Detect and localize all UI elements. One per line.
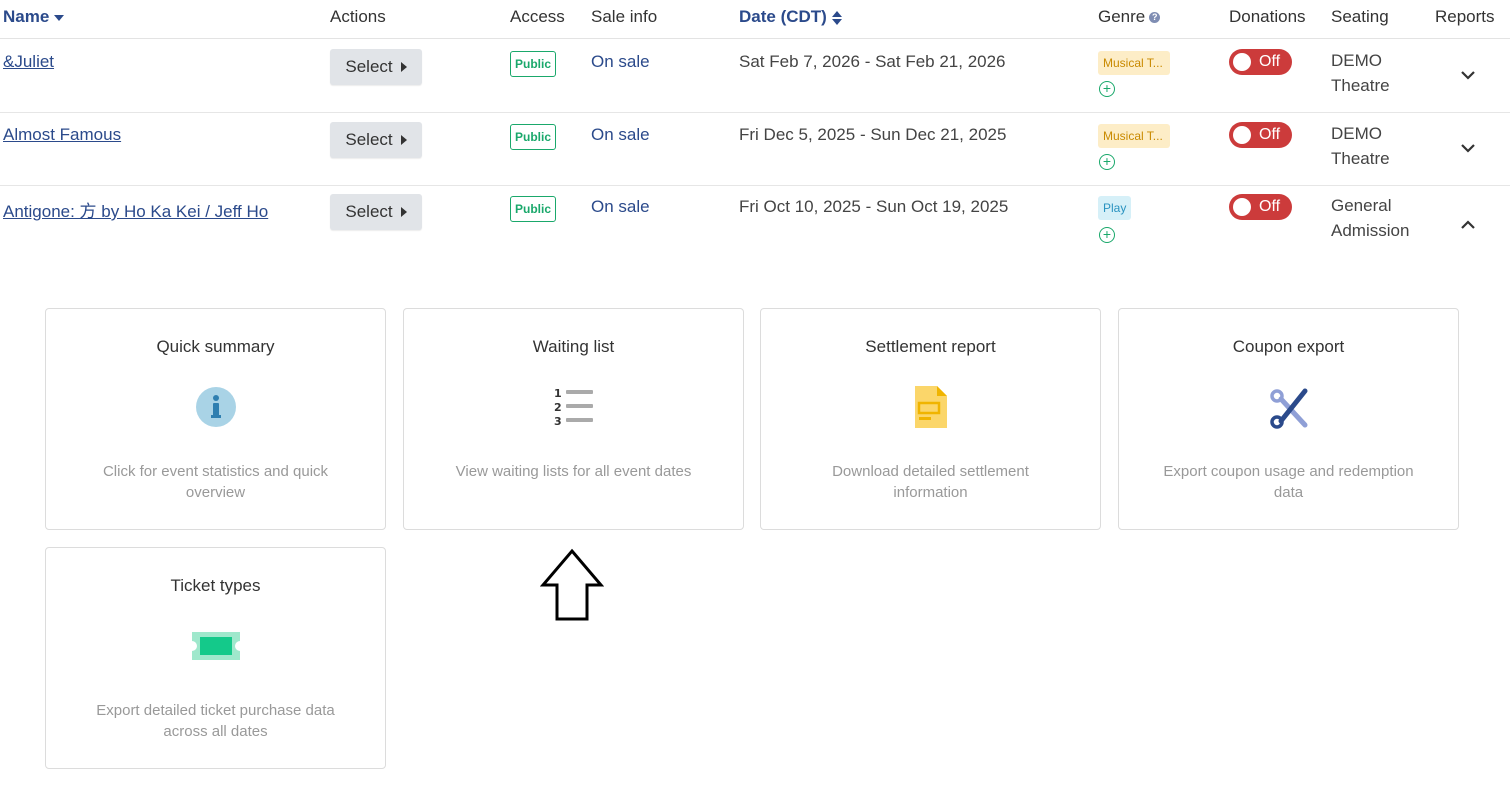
select-button-label: Select [345, 202, 393, 221]
ticket-icon [191, 632, 240, 660]
toggle-knob [1233, 53, 1251, 71]
svg-text:2: 2 [554, 401, 562, 414]
add-genre-icon[interactable]: + [1099, 81, 1115, 97]
select-button-label: Select [345, 130, 393, 149]
help-icon[interactable]: ? [1149, 12, 1161, 24]
event-name-link[interactable]: Almost Famous [3, 125, 121, 145]
caret-right-icon [400, 135, 407, 145]
add-genre-icon[interactable]: + [1099, 227, 1115, 243]
table-row: &Juliet Select Public On sale Sat Feb 7,… [0, 39, 1510, 113]
access-badge: Public [510, 124, 556, 150]
event-name-link[interactable]: Antigone: 方 by Ho Ka Kei / Jeff Ho [3, 197, 268, 222]
report-card-description: Click for event statistics and quick ove… [102, 463, 329, 501]
seating-line2: Admission [1331, 221, 1410, 240]
event-name-link[interactable]: &Juliet [3, 52, 54, 72]
genre-tag: Musical T... [1098, 51, 1170, 75]
table-header: Name Actions Access Sale info Date (CDT)… [0, 0, 1510, 39]
report-card-waiting-list[interactable]: Waiting list 1 2 3 View waiting lists fo… [403, 308, 744, 530]
column-header-name[interactable]: Name [3, 7, 65, 27]
report-card-description: Export detailed ticket purchase data acr… [96, 702, 335, 740]
seating-line2: Theatre [1331, 149, 1390, 168]
add-genre-icon[interactable]: + [1099, 154, 1115, 170]
column-header-genre-label: Genre [1098, 7, 1146, 26]
select-button[interactable]: Select [330, 122, 422, 158]
report-card-settlement-report[interactable]: Settlement report Download detailed sett… [760, 308, 1101, 530]
caret-right-icon [400, 207, 407, 217]
donations-toggle[interactable]: Off [1229, 122, 1292, 148]
report-card-title: Ticket types [170, 576, 261, 595]
report-card-description: Download detailed settlement information [832, 463, 1029, 501]
seating-line1: DEMO [1331, 51, 1382, 70]
seating-info: DEMO Theatre [1331, 48, 1431, 98]
svg-text:3: 3 [554, 415, 562, 428]
toggle-label: Off [1259, 53, 1281, 70]
seating-line1: DEMO [1331, 124, 1382, 143]
document-icon [914, 386, 947, 428]
report-card-title: Settlement report [865, 337, 996, 356]
report-card-title: Coupon export [1232, 337, 1345, 356]
column-header-actions: Actions [330, 7, 386, 26]
column-header-genre: Genre? [1098, 7, 1161, 27]
select-button[interactable]: Select [330, 49, 422, 85]
report-card-description: View waiting lists for all event dates [455, 463, 692, 480]
scissors-icon [1269, 388, 1307, 429]
caret-right-icon [400, 62, 407, 72]
genre-tag: Play [1098, 196, 1132, 220]
column-header-name-label: Name [3, 7, 50, 26]
table-row: Almost Famous Select Public On sale Fri … [0, 112, 1510, 186]
seating-line1: General [1331, 196, 1392, 215]
seating-info: General Admission [1331, 193, 1431, 243]
event-dates: Fri Oct 10, 2025 - Sun Oct 19, 2025 [739, 197, 1009, 216]
sale-status: On sale [591, 125, 650, 144]
select-button[interactable]: Select [330, 194, 422, 230]
sort-icon [831, 10, 842, 25]
column-header-date-label: Date (CDT) [739, 7, 827, 26]
column-header-donations: Donations [1229, 7, 1306, 26]
genre-tag: Musical T... [1098, 124, 1170, 148]
report-card-quick-summary[interactable]: Quick summary Click for event statistics… [45, 308, 386, 530]
chevron-down-icon[interactable] [1460, 140, 1476, 156]
access-badge: Public [510, 51, 556, 77]
table-row: Antigone: 方 by Ho Ka Kei / Jeff Ho Selec… [0, 185, 1510, 260]
report-card-ticket-types[interactable]: Ticket types Export detailed ticket purc… [45, 547, 386, 769]
event-dates: Fri Dec 5, 2025 - Sun Dec 21, 2025 [739, 125, 1007, 144]
sale-status: On sale [591, 52, 650, 71]
chevron-up-icon[interactable] [1460, 217, 1476, 233]
seating-line2: Theatre [1331, 76, 1390, 95]
report-card-description: Export coupon usage and redemption data [1163, 463, 1414, 501]
report-card-title: Waiting list [532, 337, 615, 356]
sort-desc-icon [54, 14, 65, 21]
donations-toggle[interactable]: Off [1229, 194, 1292, 220]
sale-status: On sale [591, 197, 650, 216]
column-header-reports: Reports [1435, 7, 1495, 26]
seating-info: DEMO Theatre [1331, 121, 1431, 171]
column-header-date[interactable]: Date (CDT) [739, 7, 842, 27]
toggle-label: Off [1259, 198, 1281, 215]
select-button-label: Select [345, 57, 393, 76]
toggle-knob [1233, 126, 1251, 144]
numbered-list-icon: 1 2 3 [554, 387, 593, 428]
annotation-up-arrow-icon [540, 548, 604, 621]
column-header-access: Access [510, 7, 565, 26]
svg-text:1: 1 [554, 387, 562, 400]
column-header-sale-info: Sale info [591, 7, 658, 26]
toggle-label: Off [1259, 126, 1281, 143]
report-card-title: Quick summary [156, 337, 275, 356]
access-badge: Public [510, 196, 556, 222]
column-header-seating: Seating [1331, 7, 1389, 26]
donations-toggle[interactable]: Off [1229, 49, 1292, 75]
report-card-coupon-export[interactable]: Coupon export Export coupon usage and re… [1118, 308, 1459, 530]
toggle-knob [1233, 198, 1251, 216]
event-dates: Sat Feb 7, 2026 - Sat Feb 21, 2026 [739, 52, 1006, 71]
info-icon [195, 387, 236, 427]
chevron-down-icon[interactable] [1460, 67, 1476, 83]
